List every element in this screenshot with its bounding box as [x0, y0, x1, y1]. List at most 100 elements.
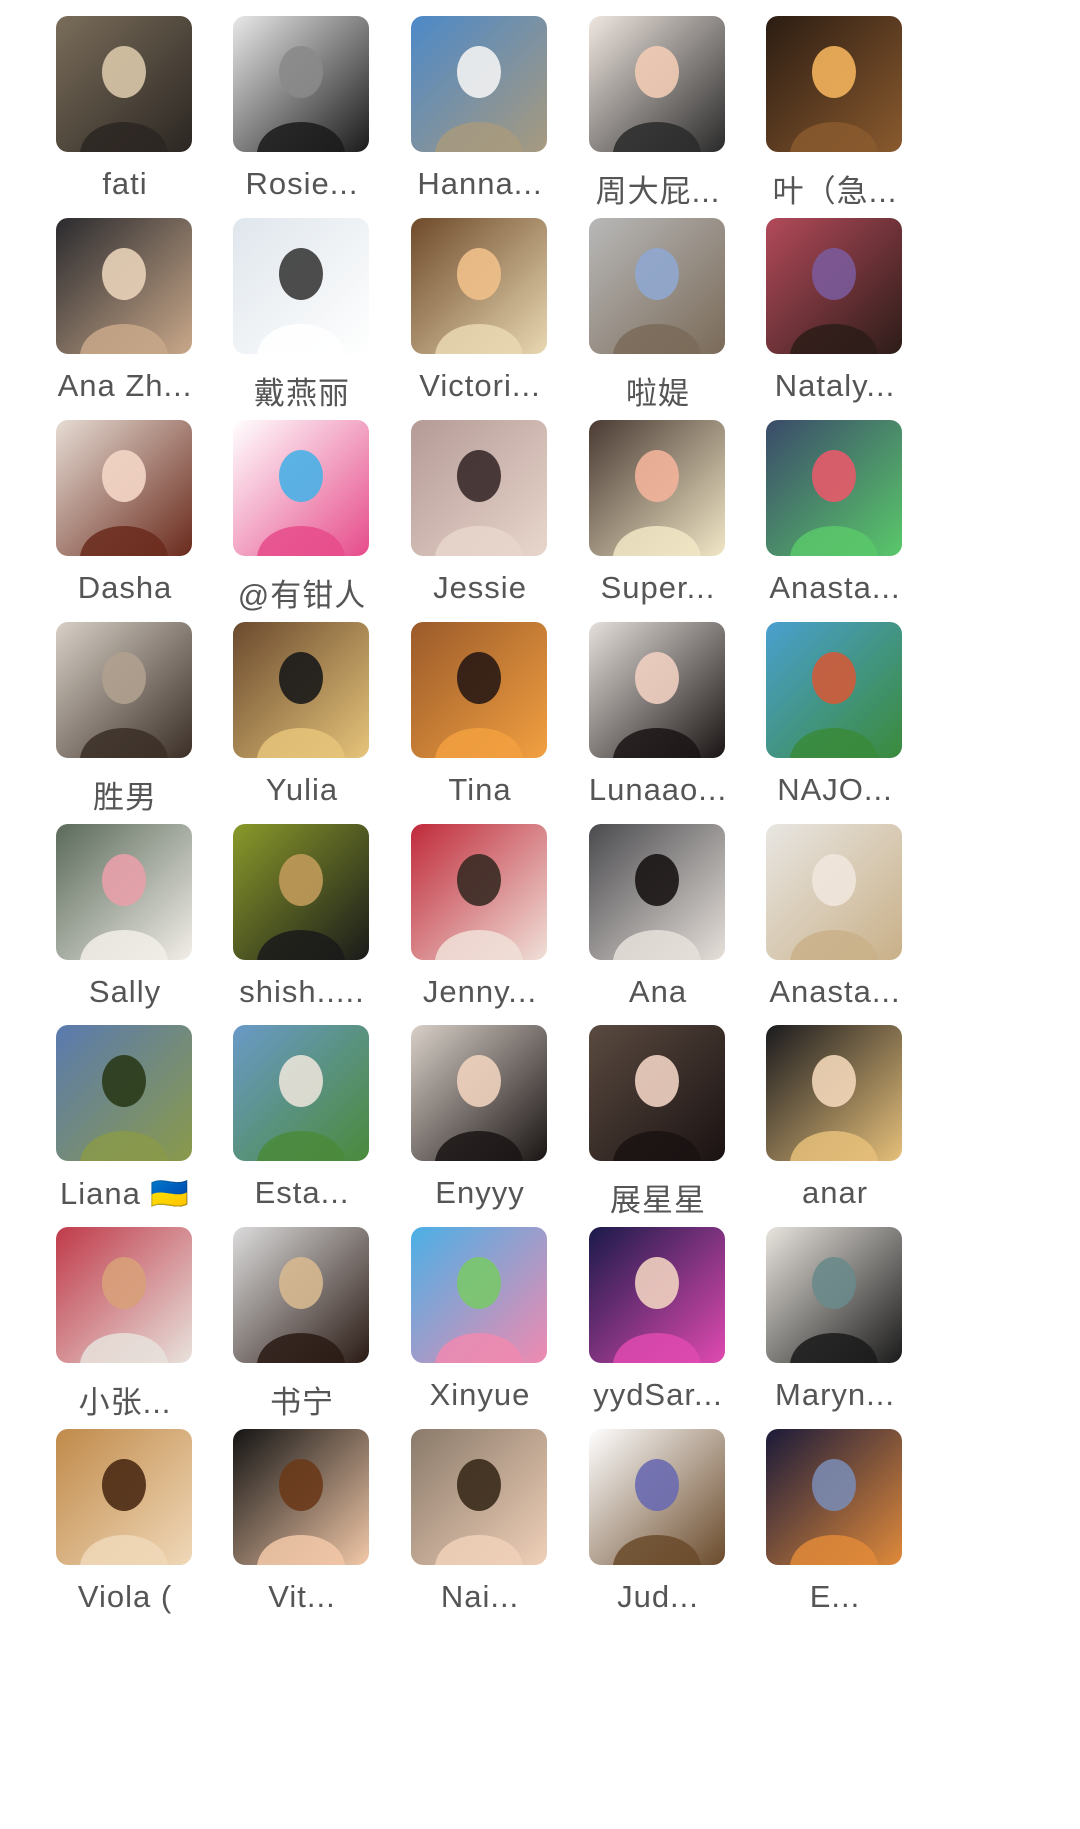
- contact-avatar[interactable]: [411, 622, 547, 758]
- contact-avatar[interactable]: [589, 218, 725, 354]
- contact-avatar[interactable]: [766, 1227, 902, 1363]
- contact-avatar[interactable]: [56, 824, 192, 960]
- contact-avatar[interactable]: [766, 218, 902, 354]
- contact-avatar[interactable]: [233, 622, 369, 758]
- contact-name: 胜男: [93, 780, 157, 815]
- contact-item[interactable]: Hanna...: [377, 16, 583, 226]
- contact-avatar[interactable]: [411, 1429, 547, 1565]
- contact-item[interactable]: Nataly...: [732, 218, 938, 428]
- contact-item[interactable]: Jenny...: [377, 824, 583, 1034]
- contact-name: 周大屁...: [595, 174, 721, 209]
- contact-name: Ana: [628, 974, 688, 1009]
- contact-item[interactable]: anar: [732, 1025, 938, 1235]
- contact-item[interactable]: 小张...: [22, 1227, 228, 1437]
- contact-name: Vit...: [268, 1579, 336, 1614]
- contact-name: Maryn...: [775, 1377, 895, 1412]
- contact-avatar[interactable]: [233, 1025, 369, 1161]
- contact-item[interactable]: Victori...: [377, 218, 583, 428]
- contact-avatar[interactable]: [589, 1429, 725, 1565]
- contact-avatar[interactable]: [589, 16, 725, 152]
- contact-item[interactable]: Yulia: [199, 622, 405, 832]
- contact-avatar[interactable]: [233, 824, 369, 960]
- contact-avatar[interactable]: [766, 420, 902, 556]
- contact-avatar[interactable]: [589, 824, 725, 960]
- contact-item[interactable]: Dasha: [22, 420, 228, 630]
- contact-item[interactable]: yydSar...: [555, 1227, 761, 1437]
- contact-avatar[interactable]: [766, 824, 902, 960]
- contact-item[interactable]: Nai...: [377, 1429, 583, 1639]
- contact-item[interactable]: Jud...: [555, 1429, 761, 1639]
- contact-avatar[interactable]: [766, 16, 902, 152]
- contact-item[interactable]: Lunaao...: [555, 622, 761, 832]
- contact-item[interactable]: Ana: [555, 824, 761, 1034]
- contact-name: Jud...: [617, 1579, 699, 1614]
- contact-avatar[interactable]: [56, 1227, 192, 1363]
- contact-name: Sally: [88, 974, 162, 1009]
- contact-item[interactable]: 书宁: [199, 1227, 405, 1437]
- contact-avatar[interactable]: [766, 622, 902, 758]
- contact-avatar[interactable]: [411, 1025, 547, 1161]
- contact-item[interactable]: Ana Zh...: [22, 218, 228, 428]
- contact-item[interactable]: Liana 🇺🇦: [22, 1025, 228, 1235]
- contact-item[interactable]: Anasta...: [732, 420, 938, 630]
- contact-item[interactable]: 展星星: [555, 1025, 761, 1235]
- contact-avatar[interactable]: [233, 1429, 369, 1565]
- contact-avatar[interactable]: [233, 1227, 369, 1363]
- contact-avatar[interactable]: [233, 218, 369, 354]
- contact-avatar[interactable]: [589, 1025, 725, 1161]
- contact-avatar[interactable]: [589, 1227, 725, 1363]
- contact-avatar[interactable]: [766, 1025, 902, 1161]
- contact-avatar[interactable]: [233, 420, 369, 556]
- contact-item[interactable]: Tina: [377, 622, 583, 832]
- contact-avatar[interactable]: [411, 218, 547, 354]
- contact-name: Anasta...: [769, 974, 901, 1009]
- contact-avatar[interactable]: [56, 622, 192, 758]
- contact-avatar[interactable]: [56, 420, 192, 556]
- contact-item[interactable]: shish.....: [199, 824, 405, 1034]
- contact-name: Rosie...: [245, 166, 359, 201]
- contact-avatar[interactable]: [589, 622, 725, 758]
- contact-item[interactable]: Sally: [22, 824, 228, 1034]
- contact-item[interactable]: Enyyy: [377, 1025, 583, 1235]
- contact-avatar[interactable]: [233, 16, 369, 152]
- contact-name: Anasta...: [769, 570, 901, 605]
- contact-name: Ana Zh...: [57, 368, 193, 403]
- contact-name: 展星星: [610, 1183, 706, 1218]
- contact-item[interactable]: 周大屁...: [555, 16, 761, 226]
- contact-avatar[interactable]: [56, 1025, 192, 1161]
- contact-avatar[interactable]: [56, 218, 192, 354]
- contact-item[interactable]: 胜男: [22, 622, 228, 832]
- contact-item[interactable]: 叶（急...: [732, 16, 938, 226]
- contact-name: @有钳人: [237, 578, 367, 613]
- contact-item[interactable]: Jessie: [377, 420, 583, 630]
- contact-item[interactable]: Xinyue: [377, 1227, 583, 1437]
- contact-item[interactable]: Vit...: [199, 1429, 405, 1639]
- contact-avatar[interactable]: [411, 420, 547, 556]
- contact-name: Nataly...: [774, 368, 896, 403]
- contact-item[interactable]: NAJO...: [732, 622, 938, 832]
- contact-name: Esta...: [254, 1175, 350, 1210]
- contact-item[interactable]: Maryn...: [732, 1227, 938, 1437]
- contact-name: 小张...: [78, 1385, 172, 1420]
- contact-item[interactable]: Esta...: [199, 1025, 405, 1235]
- contact-name: 啦媞: [626, 376, 690, 411]
- contact-item[interactable]: Rosie...: [199, 16, 405, 226]
- contact-item[interactable]: Viola (: [22, 1429, 228, 1639]
- contact-item[interactable]: E...: [732, 1429, 938, 1639]
- contact-item[interactable]: Anasta...: [732, 824, 938, 1034]
- contact-item[interactable]: fati: [22, 16, 228, 226]
- contact-avatar[interactable]: [56, 16, 192, 152]
- contact-name: 戴燕丽: [254, 376, 350, 411]
- contact-avatar[interactable]: [411, 1227, 547, 1363]
- contact-item[interactable]: 戴燕丽: [199, 218, 405, 428]
- contact-avatar[interactable]: [766, 1429, 902, 1565]
- contact-name: Jessie: [433, 570, 527, 605]
- contact-avatar[interactable]: [411, 824, 547, 960]
- contact-name: Tina: [448, 772, 512, 807]
- contact-item[interactable]: 啦媞: [555, 218, 761, 428]
- contact-item[interactable]: Super...: [555, 420, 761, 630]
- contact-item[interactable]: @有钳人: [199, 420, 405, 630]
- contact-avatar[interactable]: [589, 420, 725, 556]
- contact-avatar[interactable]: [411, 16, 547, 152]
- contact-avatar[interactable]: [56, 1429, 192, 1565]
